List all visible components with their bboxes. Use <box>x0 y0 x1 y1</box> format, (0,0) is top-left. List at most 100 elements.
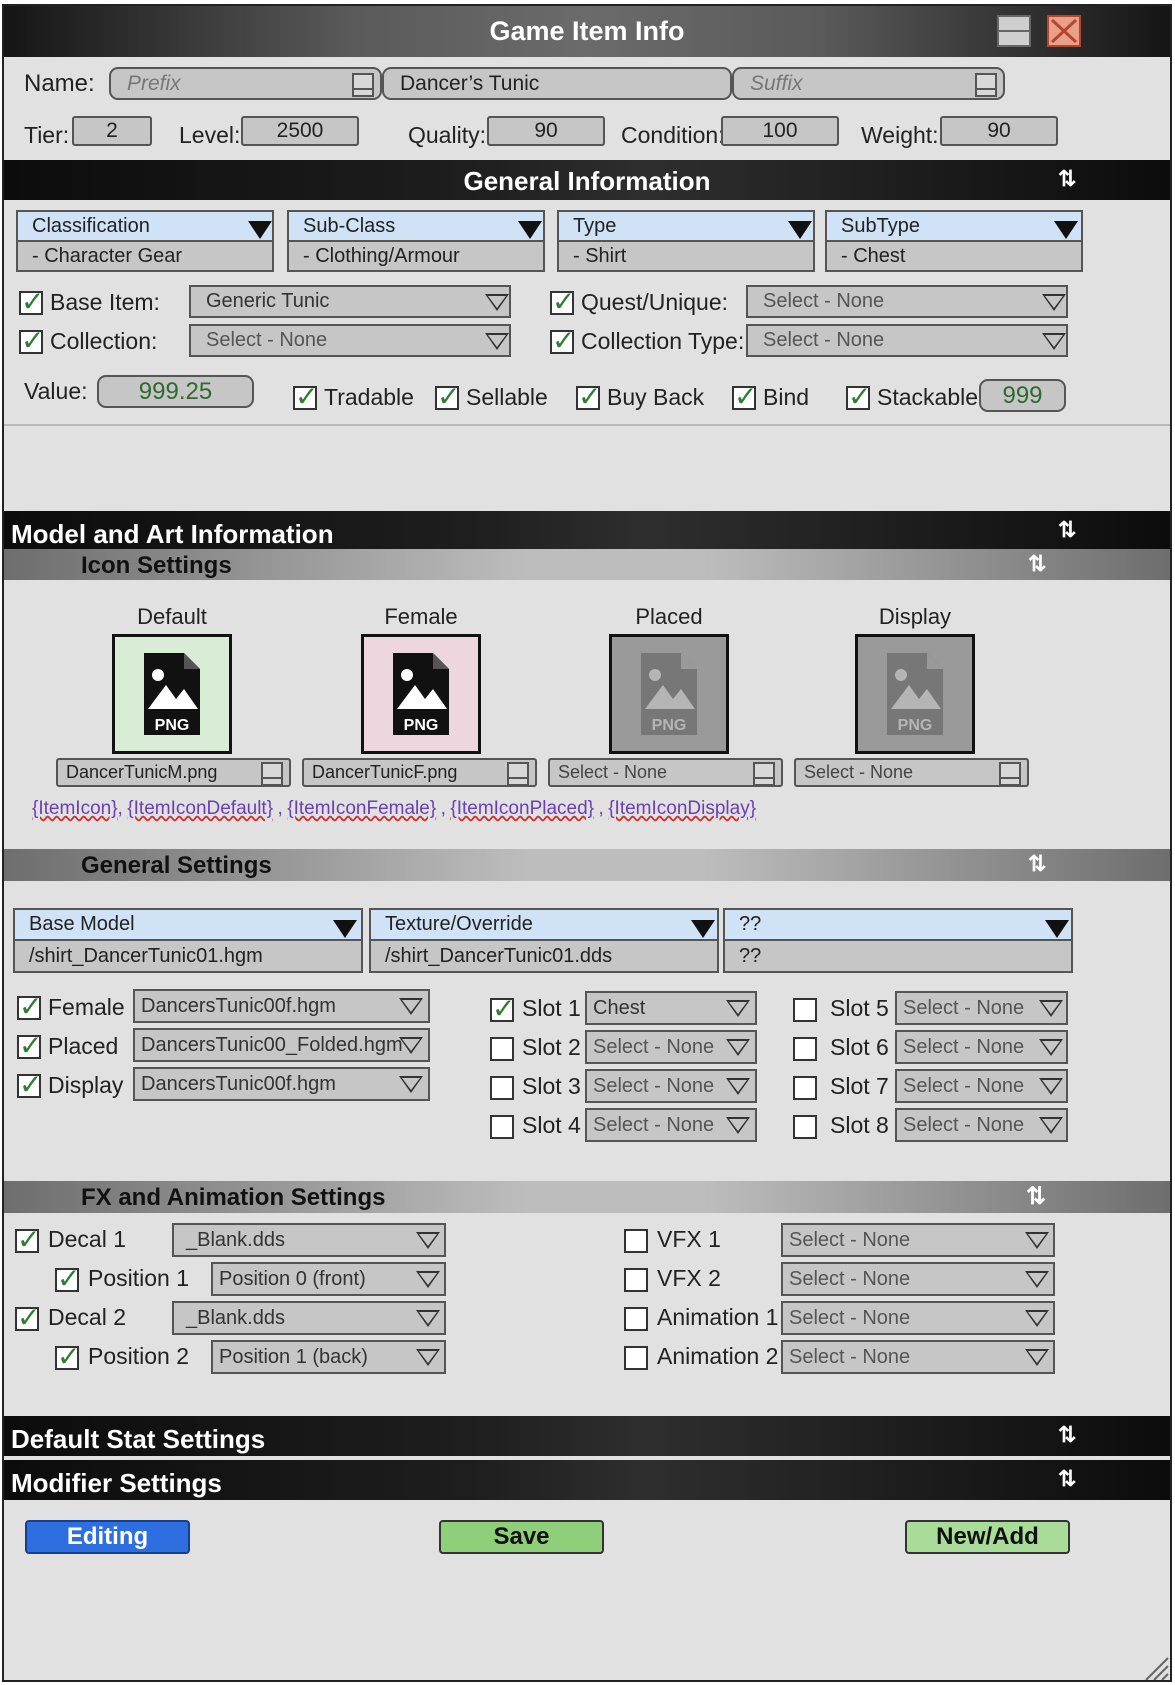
editing-button[interactable]: Editing <box>25 1520 190 1554</box>
female-variant-select[interactable]: DancersTunic00f.hgm <box>133 989 430 1023</box>
picker-icon[interactable] <box>352 73 374 97</box>
icon-display-file[interactable]: Select - None <box>794 758 1029 787</box>
collection-type-select[interactable]: Select - None <box>746 324 1068 357</box>
base-item-checkbox[interactable] <box>19 285 44 318</box>
position-1-select[interactable]: Position 0 (front) <box>211 1262 446 1296</box>
icon-default-preview[interactable]: PNG <box>112 634 232 754</box>
vfx-2-select[interactable]: Select - None <box>781 1262 1055 1296</box>
slot-3-checkbox[interactable] <box>490 1076 514 1100</box>
item-name-input[interactable]: Dancer’s Tunic <box>382 67 732 100</box>
condition-input[interactable]: 100 <box>721 116 839 146</box>
vfx-1-checkbox[interactable] <box>624 1229 648 1253</box>
icon-placed-file[interactable]: Select - None <box>548 758 783 787</box>
base-model-dropdown[interactable]: Base Model /shirt_DancerTunic01.hgm <box>13 908 363 973</box>
quest-unique-checkbox[interactable] <box>550 285 575 318</box>
vfx-1-select[interactable]: Select - None <box>781 1223 1055 1257</box>
slot-7-checkbox[interactable] <box>793 1076 817 1100</box>
animation-2-checkbox[interactable] <box>624 1346 648 1370</box>
subclass-dropdown[interactable]: Sub-Class - Clothing/Armour <box>287 210 545 272</box>
fx-animation-header[interactable]: FX and Animation Settings ⇅ <box>4 1181 1170 1213</box>
sort-toggle-icon[interactable]: ⇅ <box>1028 551 1046 577</box>
animation-2-select[interactable]: Select - None <box>781 1340 1055 1374</box>
vfx-2-checkbox[interactable] <box>624 1268 648 1292</box>
collection-select[interactable]: Select - None <box>189 324 511 357</box>
picker-icon[interactable] <box>507 762 529 785</box>
default-stat-settings-header[interactable]: Default Stat Settings ⇅ <box>4 1416 1170 1456</box>
decal-1-checkbox[interactable] <box>15 1223 40 1256</box>
sort-toggle-icon[interactable]: ⇅ <box>1026 1182 1046 1211</box>
buy-back-checkbox[interactable] <box>576 380 601 413</box>
icon-female-preview[interactable]: PNG <box>361 634 481 754</box>
suffix-input[interactable]: Suffix <box>732 67 1005 100</box>
slot-8-checkbox[interactable] <box>793 1115 817 1139</box>
position-1-checkbox[interactable] <box>55 1262 80 1295</box>
type-dropdown[interactable]: Type - Shirt <box>557 210 815 272</box>
save-button[interactable]: Save <box>439 1520 604 1554</box>
display-variant-checkbox[interactable] <box>17 1068 42 1101</box>
tier-input[interactable]: 2 <box>72 116 152 146</box>
slot-7-select[interactable]: Select - None <box>895 1069 1068 1103</box>
prefix-input[interactable]: Prefix <box>109 67 382 100</box>
icon-default-file[interactable]: DancerTunicM.png <box>56 758 291 787</box>
quality-input[interactable]: 90 <box>487 116 605 146</box>
decal-2-checkbox[interactable] <box>15 1301 40 1334</box>
slot-3-select[interactable]: Select - None <box>585 1069 757 1103</box>
bind-checkbox[interactable] <box>732 380 757 413</box>
slot-2-select[interactable]: Select - None <box>585 1030 757 1064</box>
modifier-settings-header[interactable]: Modifier Settings ⇅ <box>4 1460 1170 1500</box>
sellable-checkbox[interactable] <box>435 380 460 413</box>
display-variant-select[interactable]: DancersTunic00f.hgm <box>133 1067 430 1101</box>
slot-6-checkbox[interactable] <box>793 1037 817 1061</box>
slot-1-select[interactable]: Chest <box>585 991 757 1025</box>
collection-checkbox[interactable] <box>19 324 44 357</box>
picker-icon[interactable] <box>753 762 775 785</box>
animation-1-checkbox[interactable] <box>624 1307 648 1331</box>
new-add-button[interactable]: New/Add <box>905 1520 1070 1554</box>
placed-variant-select[interactable]: DancersTunic00_Folded.hgm <box>133 1028 430 1062</box>
texture-override-dropdown[interactable]: Texture/Override /shirt_DancerTunic01.dd… <box>369 908 719 973</box>
slot-4-checkbox[interactable] <box>490 1115 514 1139</box>
value-input[interactable]: 999.25 <box>97 375 254 408</box>
position-2-checkbox[interactable] <box>55 1340 80 1373</box>
weight-input[interactable]: 90 <box>940 116 1058 146</box>
animation-1-select[interactable]: Select - None <box>781 1301 1055 1335</box>
decal-1-select[interactable]: _Blank.dds <box>172 1223 446 1257</box>
collection-type-checkbox[interactable] <box>550 324 575 357</box>
sort-toggle-icon[interactable]: ⇅ <box>1058 166 1076 192</box>
stackable-input[interactable]: 999 <box>979 379 1066 412</box>
position-2-select[interactable]: Position 1 (back) <box>211 1340 446 1374</box>
icon-female-file[interactable]: DancerTunicF.png <box>302 758 537 787</box>
slot-5-checkbox[interactable] <box>793 998 817 1022</box>
classification-dropdown[interactable]: Classification - Character Gear <box>16 210 274 272</box>
picker-icon[interactable] <box>999 762 1021 785</box>
close-button[interactable] <box>1047 15 1081 47</box>
tradable-checkbox[interactable] <box>293 380 318 413</box>
unknown-dropdown[interactable]: ?? ?? <box>723 908 1073 973</box>
sort-toggle-icon[interactable]: ⇅ <box>1058 517 1076 543</box>
female-variant-checkbox[interactable] <box>17 990 42 1023</box>
slot-1-checkbox[interactable] <box>490 992 515 1025</box>
base-item-select[interactable]: Generic Tunic <box>189 285 511 318</box>
slot-4-select[interactable]: Select - None <box>585 1108 757 1142</box>
slot-6-select[interactable]: Select - None <box>895 1030 1068 1064</box>
stackable-checkbox[interactable] <box>846 380 871 413</box>
quest-unique-select[interactable]: Select - None <box>746 285 1068 318</box>
slot-8-select[interactable]: Select - None <box>895 1108 1068 1142</box>
level-input[interactable]: 2500 <box>241 116 359 146</box>
maximize-button[interactable] <box>997 15 1031 47</box>
icon-display-preview[interactable]: PNG <box>855 634 975 754</box>
general-information-header[interactable]: General Information ⇅ <box>4 160 1170 200</box>
decal-2-select[interactable]: _Blank.dds <box>172 1301 446 1335</box>
model-art-header[interactable]: Model and Art Information ⇅ <box>4 511 1170 551</box>
subtype-dropdown[interactable]: SubType - Chest <box>825 210 1083 272</box>
resize-grip-icon[interactable] <box>1142 1654 1170 1682</box>
slot-5-select[interactable]: Select - None <box>895 991 1068 1025</box>
slot-2-checkbox[interactable] <box>490 1037 514 1061</box>
sort-toggle-icon[interactable]: ⇅ <box>1028 851 1046 877</box>
general-settings-header[interactable]: General Settings ⇅ <box>4 849 1170 881</box>
placed-variant-checkbox[interactable] <box>17 1029 42 1062</box>
icon-settings-header[interactable]: Icon Settings ⇅ <box>4 549 1170 580</box>
picker-icon[interactable] <box>975 73 997 97</box>
picker-icon[interactable] <box>261 762 283 785</box>
icon-placed-preview[interactable]: PNG <box>609 634 729 754</box>
